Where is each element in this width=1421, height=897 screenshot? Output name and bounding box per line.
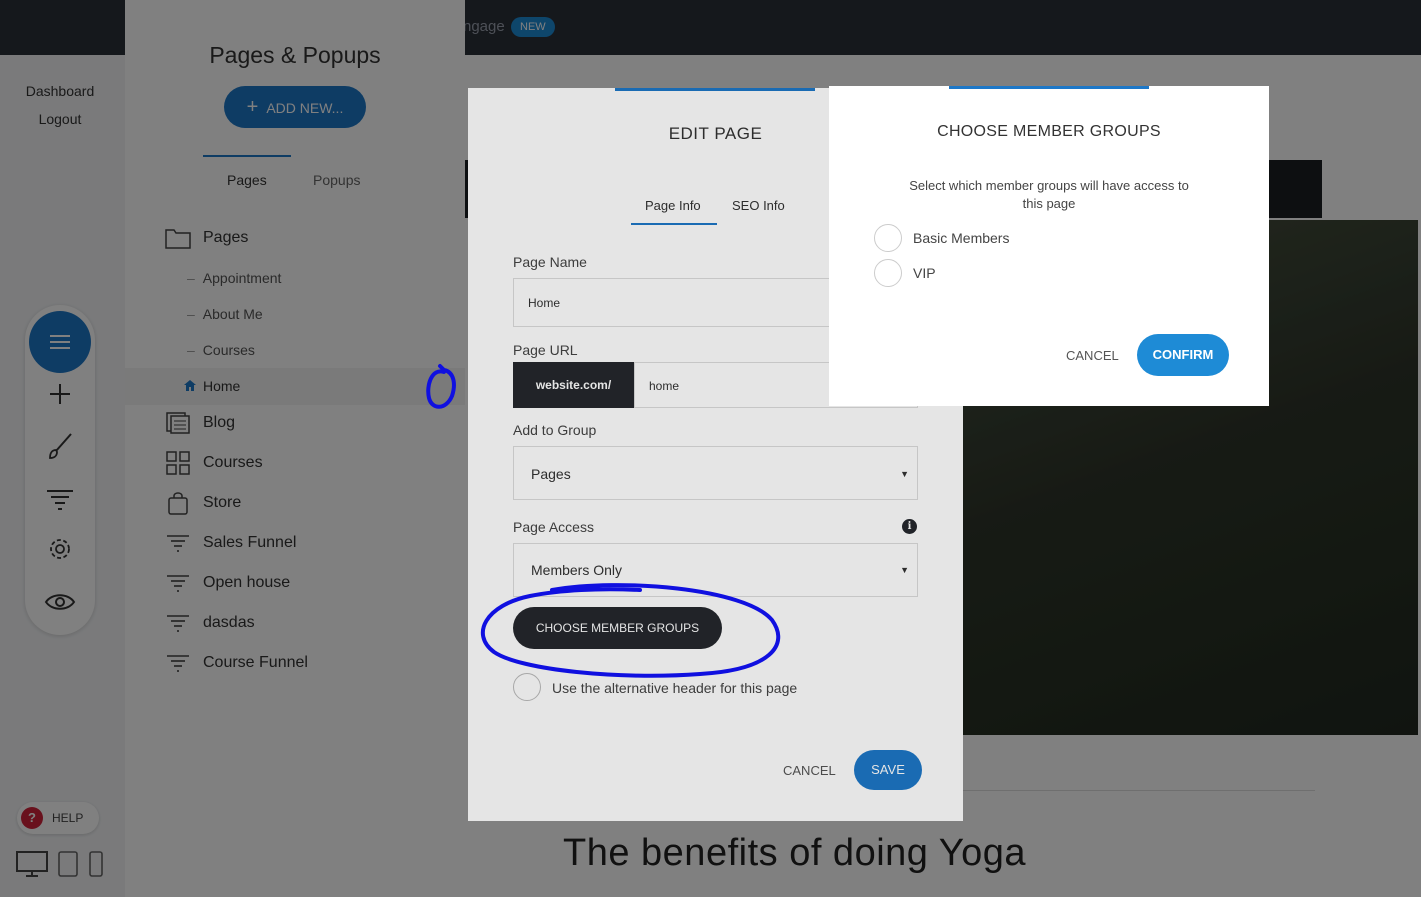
radio-basic-members[interactable] [874, 224, 902, 252]
cancel-button[interactable]: CANCEL [1066, 348, 1119, 363]
member-groups-description: Select which member groups will have acc… [909, 178, 1189, 211]
radio-vip[interactable] [874, 259, 902, 287]
option-label-basic-members: Basic Members [913, 230, 1010, 246]
choose-member-groups-modal: CHOOSE MEMBER GROUPS Select which member… [829, 86, 1269, 406]
member-groups-title: CHOOSE MEMBER GROUPS [937, 123, 1161, 140]
option-label-vip: VIP [913, 265, 936, 281]
modal-accent-line [949, 86, 1149, 89]
confirm-button[interactable]: CONFIRM [1137, 334, 1229, 376]
